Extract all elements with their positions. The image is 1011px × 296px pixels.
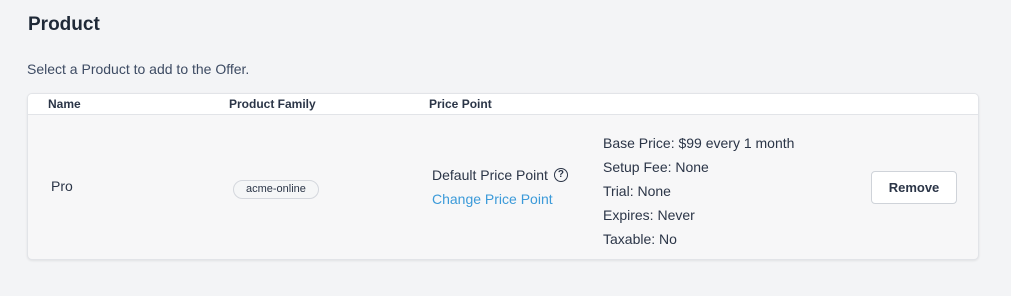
expires-detail: Expires: Never	[603, 207, 695, 223]
price-point-default: Default Price Point ?	[432, 167, 568, 183]
table-row: Pro acme-online Default Price Point ? Ch…	[28, 115, 978, 259]
product-name: Pro	[51, 178, 73, 194]
product-family-badge: acme-online	[233, 180, 319, 199]
question-circle-icon[interactable]: ?	[553, 168, 568, 182]
price-details: Base Price: $99 every 1 month Setup Fee:…	[603, 131, 794, 251]
section-title: Product	[28, 14, 100, 35]
product-section: Product Select a Product to add to the O…	[0, 0, 1011, 296]
product-table: Name Product Family Price Point Pro acme…	[27, 93, 979, 260]
taxable-detail: Taxable: No	[603, 231, 677, 247]
base-price-detail: Base Price: $99 every 1 month	[603, 135, 795, 151]
setup-fee-detail: Setup Fee: None	[603, 159, 709, 175]
remove-button[interactable]: Remove	[871, 171, 957, 204]
column-header-name: Name	[48, 97, 81, 111]
table-header: Name Product Family Price Point	[28, 94, 978, 115]
column-header-product-family: Product Family	[229, 97, 316, 111]
trial-detail: Trial: None	[603, 183, 671, 199]
column-header-price-point: Price Point	[429, 97, 492, 111]
section-subtitle: Select a Product to add to the Offer.	[27, 61, 250, 77]
change-price-point-link[interactable]: Change Price Point	[432, 191, 553, 207]
price-point-label: Default Price Point	[432, 167, 548, 183]
